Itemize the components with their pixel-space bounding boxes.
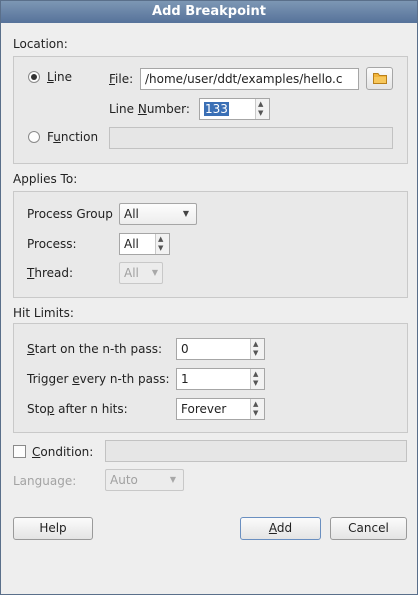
file-label: File: bbox=[109, 72, 134, 86]
language-label: Language: bbox=[13, 474, 77, 488]
stop-hits-spinbox[interactable]: Forever ▲ ▼ bbox=[176, 398, 265, 420]
process-value[interactable]: All bbox=[120, 234, 156, 254]
browse-file-button[interactable] bbox=[366, 67, 393, 90]
trigger-pass-stepper[interactable]: ▲ ▼ bbox=[250, 369, 264, 389]
location-group: Line File: /home/user/ddt/examples/hello… bbox=[13, 56, 408, 164]
condition-checkbox[interactable] bbox=[13, 445, 26, 458]
line-radio-label[interactable]: Line bbox=[47, 70, 72, 84]
hit-limits-section-label: Hit Limits: bbox=[13, 306, 74, 320]
condition-input[interactable] bbox=[105, 440, 407, 462]
trigger-pass-value[interactable]: 1 bbox=[177, 369, 251, 389]
process-group-select[interactable]: All ▼ bbox=[119, 203, 197, 225]
function-radio-label[interactable]: Function bbox=[47, 130, 98, 144]
stop-hits-stepper[interactable]: ▲ ▼ bbox=[250, 399, 264, 419]
stop-hits-label: Stop after n hits: bbox=[27, 402, 128, 416]
condition-label[interactable]: Condition: bbox=[32, 445, 93, 459]
chevron-down-icon: ▼ bbox=[151, 268, 158, 277]
start-pass-spinbox[interactable]: 0 ▲ ▼ bbox=[176, 338, 265, 360]
process-group-label: Process Group bbox=[27, 207, 113, 221]
line-number-value[interactable]: 133 bbox=[200, 99, 256, 119]
location-section-label: Location: bbox=[13, 37, 68, 51]
process-label: Process: bbox=[27, 237, 77, 251]
dialog-title: Add Breakpoint bbox=[1, 1, 417, 23]
folder-icon bbox=[373, 73, 387, 84]
hit-limits-group: Start on the n-th pass: 0 ▲ ▼ Trigger eve… bbox=[13, 323, 408, 433]
cancel-button[interactable]: Cancel bbox=[330, 517, 407, 540]
start-pass-label: Start on the n-th pass: bbox=[27, 342, 162, 356]
line-number-stepper[interactable]: ▲ ▼ bbox=[255, 99, 269, 119]
function-name-input[interactable] bbox=[109, 127, 393, 149]
process-spinbox[interactable]: All ▲ ▼ bbox=[119, 233, 170, 255]
process-stepper[interactable]: ▲ ▼ bbox=[155, 234, 169, 254]
stop-hits-value[interactable]: Forever bbox=[177, 399, 251, 419]
help-button[interactable]: Help bbox=[13, 517, 93, 540]
line-number-label: Line Number: bbox=[109, 102, 190, 116]
add-button[interactable]: Add bbox=[240, 517, 321, 540]
line-radio[interactable] bbox=[28, 71, 40, 83]
line-number-spinbox[interactable]: 133 ▲ ▼ bbox=[199, 98, 270, 120]
chevron-down-icon: ▼ bbox=[169, 475, 176, 484]
thread-label: Thread: bbox=[27, 266, 74, 280]
applies-to-section-label: Applies To: bbox=[13, 172, 78, 186]
chevron-down-icon: ▼ bbox=[182, 209, 189, 218]
trigger-pass-label: Trigger every n-th pass: bbox=[27, 372, 170, 386]
add-breakpoint-dialog: Add Breakpoint Location: Line File: /hom… bbox=[0, 0, 418, 595]
thread-select[interactable]: All ▼ bbox=[119, 262, 163, 284]
file-path-input[interactable]: /home/user/ddt/examples/hello.c bbox=[140, 68, 359, 90]
function-radio[interactable] bbox=[28, 131, 40, 143]
start-pass-stepper[interactable]: ▲ ▼ bbox=[250, 339, 264, 359]
start-pass-value[interactable]: 0 bbox=[177, 339, 251, 359]
language-select[interactable]: Auto ▼ bbox=[105, 469, 184, 491]
applies-to-group: Process Group All ▼ Process: All ▲ ▼ Threa… bbox=[13, 191, 408, 298]
trigger-pass-spinbox[interactable]: 1 ▲ ▼ bbox=[176, 368, 265, 390]
